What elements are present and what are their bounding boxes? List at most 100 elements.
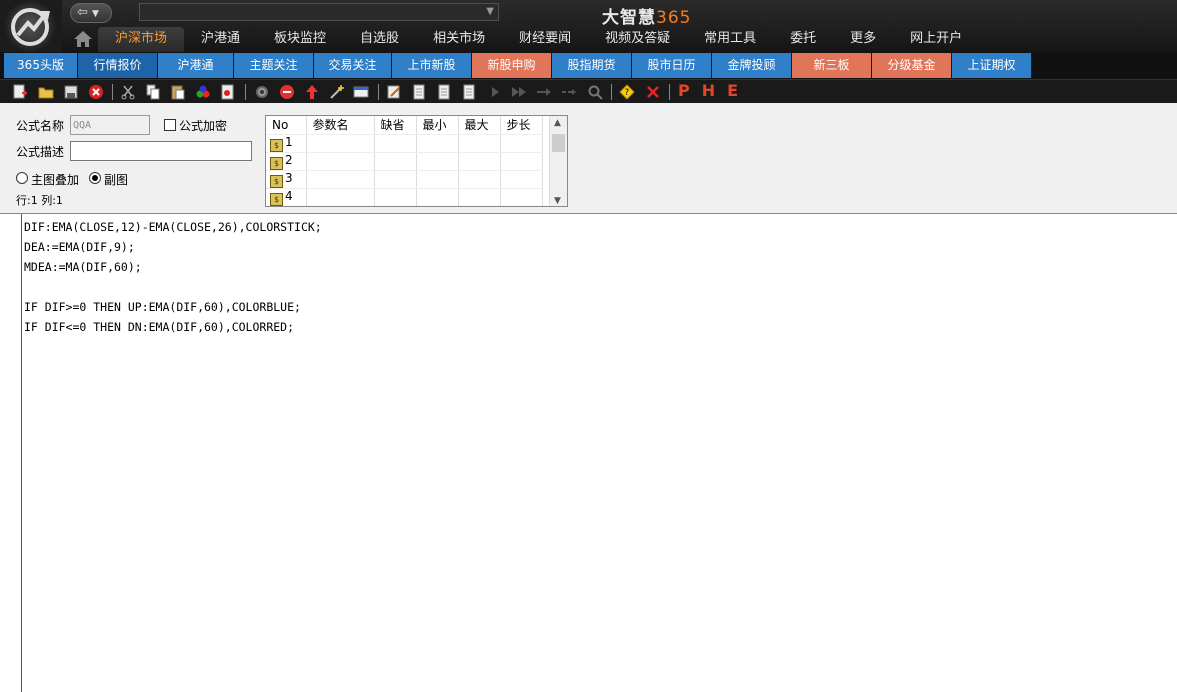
edit-icon[interactable] [386, 84, 402, 100]
param-cell[interactable] [458, 188, 501, 206]
sub-tab-5[interactable]: 上市新股 [392, 53, 472, 78]
sub-tab-6[interactable]: 新股申购 [472, 53, 552, 78]
param-col-header[interactable]: 参数名 [306, 116, 375, 135]
up-arrow-icon[interactable] [304, 84, 320, 100]
step-into-icon[interactable] [536, 84, 552, 100]
sub-chart-radio[interactable] [89, 172, 101, 184]
letter-button-0[interactable]: P [678, 81, 702, 100]
encrypt-checkbox[interactable] [164, 119, 176, 131]
main-tab-10[interactable]: 网上开户 [893, 27, 979, 52]
param-col-header[interactable]: 最小 [416, 116, 459, 135]
sub-tab-8[interactable]: 股市日历 [632, 53, 712, 78]
param-cell[interactable] [374, 170, 417, 189]
code-line[interactable] [24, 277, 322, 297]
main-tab-6[interactable]: 视频及答疑 [588, 27, 687, 52]
search-icon[interactable] [587, 84, 603, 100]
param-cell[interactable] [416, 152, 459, 171]
home-icon[interactable] [72, 29, 94, 49]
window-icon[interactable] [353, 84, 369, 100]
formula-name-input[interactable] [70, 115, 150, 135]
doc-icon-3[interactable] [461, 84, 477, 100]
param-cell[interactable] [458, 170, 501, 189]
code-editor[interactable]: DIF:EMA(CLOSE,12)-EMA(CLOSE,26),COLORSTI… [0, 213, 1177, 692]
open-folder-icon[interactable] [38, 84, 54, 100]
settings-icon[interactable] [254, 84, 270, 100]
close-icon[interactable] [645, 84, 661, 100]
fast-forward-icon[interactable] [511, 84, 527, 100]
stop-icon[interactable] [279, 84, 295, 100]
code-line[interactable]: IF DIF<=0 THEN DN:EMA(DIF,60),COLORRED; [24, 317, 322, 337]
copy-icon[interactable] [145, 84, 161, 100]
main-tab-3[interactable]: 自选股 [343, 27, 416, 52]
help-icon[interactable]: ? [619, 84, 635, 100]
param-col-header[interactable]: No [266, 116, 307, 135]
dropdown-arrow-icon[interactable]: ▼ [92, 5, 99, 23]
letter-button-2[interactable]: E [727, 81, 750, 100]
scroll-thumb[interactable] [552, 134, 565, 152]
main-tab-0[interactable]: 沪深市场 [98, 27, 185, 52]
main-tab-8[interactable]: 委托 [773, 27, 833, 52]
param-cell[interactable] [500, 170, 543, 189]
param-cell[interactable] [374, 152, 417, 171]
formula-desc-input[interactable] [70, 141, 252, 161]
code-text[interactable]: DIF:EMA(CLOSE,12)-EMA(CLOSE,26),COLORSTI… [24, 217, 322, 337]
sub-tab-3[interactable]: 主题关注 [234, 53, 314, 78]
main-tab-7[interactable]: 常用工具 [687, 27, 773, 52]
param-row-number[interactable]: $1 [266, 134, 307, 153]
param-cell[interactable] [416, 134, 459, 153]
param-cell[interactable] [374, 188, 417, 206]
color-icon[interactable] [195, 84, 211, 100]
script-icon[interactable] [220, 84, 236, 100]
doc-icon-2[interactable] [436, 84, 452, 100]
param-row[interactable]: $3 [266, 170, 543, 189]
param-cell[interactable] [306, 152, 375, 171]
param-cell[interactable] [500, 188, 543, 206]
back-arrow-icon[interactable]: ⇦ [77, 4, 88, 22]
param-row[interactable]: $1 [266, 134, 543, 153]
param-col-header[interactable]: 缺省 [374, 116, 417, 135]
code-line[interactable]: DEA:=EMA(DIF,9); [24, 237, 322, 257]
new-formula-icon[interactable] [12, 84, 28, 100]
sub-tab-12[interactable]: 上证期权 [952, 53, 1032, 78]
sub-tab-1[interactable]: 行情报价 [78, 53, 158, 78]
param-row[interactable]: $2 [266, 152, 543, 171]
step-over-icon[interactable] [561, 84, 577, 100]
param-cell[interactable] [500, 152, 543, 171]
param-cell[interactable] [306, 134, 375, 153]
address-combo[interactable]: ▼ [139, 3, 499, 21]
code-line[interactable]: MDEA:=MA(DIF,60); [24, 257, 322, 277]
param-row[interactable]: $4 [266, 188, 543, 206]
letter-button-1[interactable]: H [702, 81, 727, 100]
param-col-header[interactable]: 步长 [500, 116, 543, 135]
wand-icon[interactable] [329, 84, 345, 100]
doc-icon[interactable] [411, 84, 427, 100]
param-cell[interactable] [306, 170, 375, 189]
param-cell[interactable] [458, 152, 501, 171]
param-col-header[interactable]: 最大 [458, 116, 501, 135]
sub-tab-4[interactable]: 交易关注 [314, 53, 392, 78]
param-row-number[interactable]: $2 [266, 152, 307, 171]
param-cell[interactable] [458, 134, 501, 153]
chevron-up-icon[interactable]: ▲ [554, 118, 561, 128]
sub-tab-7[interactable]: 股指期货 [552, 53, 632, 78]
sub-tab-9[interactable]: 金牌投顾 [712, 53, 792, 78]
param-table[interactable]: No 参数名 缺省 最小 最大 步长 $1 $2 $3 $4 ▲ ▼ [265, 115, 568, 207]
chevron-down-icon[interactable]: ▼ [486, 6, 494, 17]
param-row-number[interactable]: $3 [266, 170, 307, 189]
sub-tab-10[interactable]: 新三板 [792, 53, 872, 78]
param-row-number[interactable]: $4 [266, 188, 307, 206]
cut-icon[interactable] [120, 84, 136, 100]
param-cell[interactable] [500, 134, 543, 153]
sub-tab-11[interactable]: 分级基金 [872, 53, 952, 78]
main-tab-4[interactable]: 相关市场 [416, 27, 502, 52]
param-cell[interactable] [416, 170, 459, 189]
save-icon[interactable] [63, 84, 79, 100]
param-scrollbar[interactable]: ▲ ▼ [549, 116, 567, 206]
sub-tab-0[interactable]: 365头版 [4, 53, 78, 78]
play-icon[interactable] [487, 84, 503, 100]
param-cell[interactable] [374, 134, 417, 153]
main-tab-1[interactable]: 沪港通 [184, 27, 257, 52]
main-tab-9[interactable]: 更多 [833, 27, 893, 52]
main-overlay-radio[interactable] [16, 172, 28, 184]
delete-icon[interactable] [88, 84, 104, 100]
